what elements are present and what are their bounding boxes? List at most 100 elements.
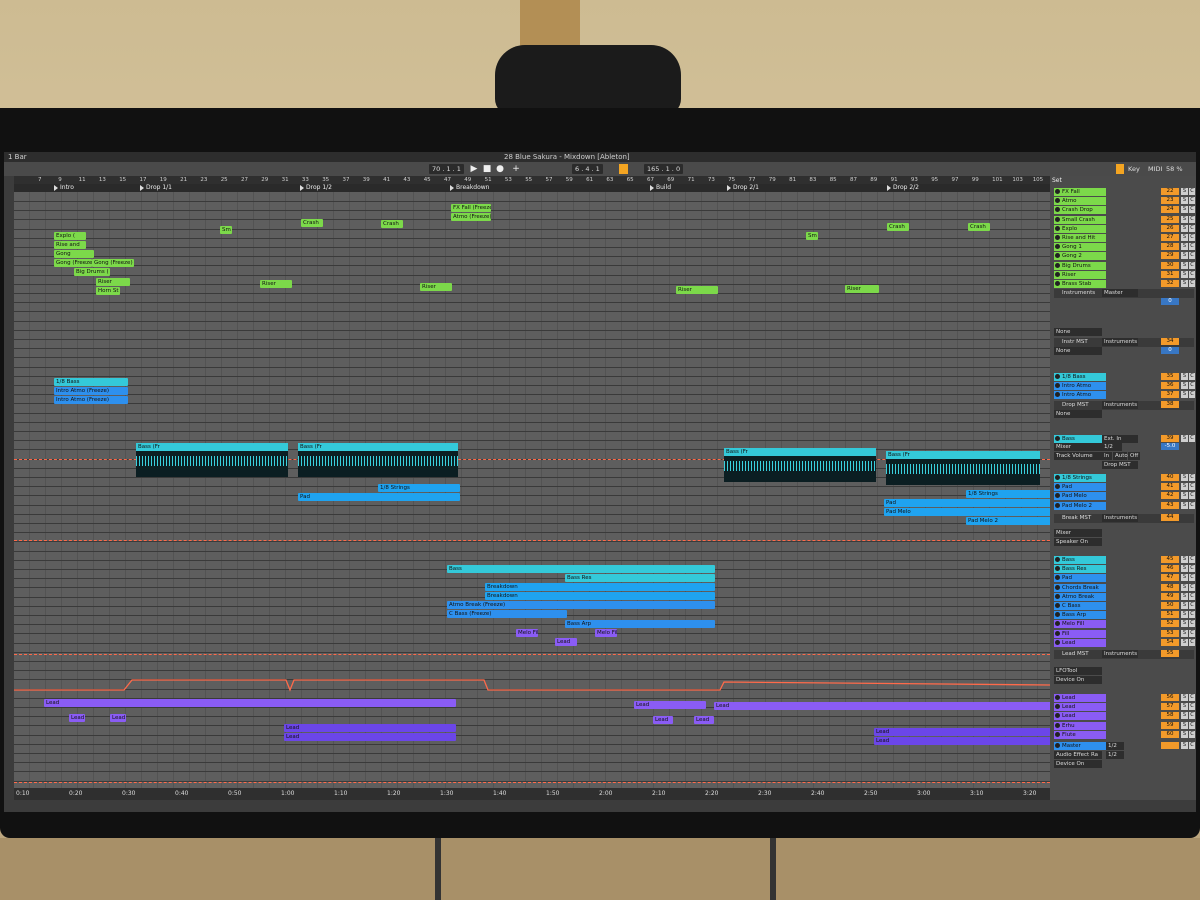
solo-button[interactable]: S [1181, 483, 1188, 491]
track-activator-icon[interactable] [1055, 207, 1060, 213]
track-number[interactable]: 59 [1161, 721, 1179, 729]
clip-intro-atmo[interactable]: Intro Atmo (Freeze) [54, 396, 128, 404]
loop-toggle-icon[interactable] [619, 164, 628, 174]
clip-gong-freeze[interactable]: Gong (Freeze) [92, 259, 134, 267]
locator-drop-1-1[interactable]: Drop 1/1 [140, 184, 172, 192]
track-number[interactable]: 60 [1161, 730, 1179, 738]
track-activator-icon[interactable] [1055, 584, 1060, 590]
clip-riser[interactable]: Riser [420, 283, 452, 291]
mixer-track-fx[interactable]: Rise and Hit [1054, 234, 1106, 242]
track-number[interactable]: 35 [1161, 373, 1179, 380]
mixer-track-break[interactable]: Lead [1054, 638, 1106, 647]
solo-button[interactable]: S [1181, 556, 1188, 563]
mixer-track-drop[interactable]: 1/8 Strings [1054, 474, 1106, 482]
mixer-track-lead[interactable]: Erhu [1054, 721, 1106, 730]
crossfade-button[interactable]: C [1189, 565, 1195, 573]
solo-button[interactable]: S [1181, 373, 1188, 380]
clip-pad-melo-2[interactable]: Pad Melo 2 [966, 517, 1050, 525]
track-number[interactable]: 51 [1161, 611, 1179, 619]
locator-drop-1-2[interactable]: Drop 1/2 [300, 184, 332, 192]
track-activator-icon[interactable] [1055, 198, 1060, 204]
track-number[interactable]: 41 [1161, 483, 1179, 491]
crossfade-button[interactable]: C [1189, 391, 1195, 399]
clip-lead[interactable]: Lead [110, 714, 126, 722]
track-activator-icon[interactable] [1055, 704, 1060, 710]
master-half[interactable]: 1/2 [1106, 751, 1124, 759]
crossfade-button[interactable]: C [1189, 638, 1195, 646]
clip-breakdown[interactable]: Breakdown [485, 583, 715, 591]
track-activator-icon[interactable] [1055, 502, 1060, 508]
mixer-track-fx[interactable]: Small Crash [1054, 215, 1106, 224]
track-number[interactable]: 30 [1161, 261, 1179, 269]
solo-button[interactable]: S [1181, 620, 1188, 628]
track-activator-icon[interactable] [1055, 621, 1060, 627]
crossfade-button[interactable]: C [1189, 435, 1195, 442]
mixer-track-bass[interactable]: Bass [1054, 435, 1106, 443]
mixer-track-lead[interactable]: Lead [1054, 712, 1106, 721]
input-none[interactable]: None [1054, 328, 1102, 336]
clip-lead[interactable]: Lead [653, 716, 673, 724]
device-mixer[interactable]: Mixer [1054, 443, 1102, 451]
mixer-track-fx[interactable]: Brass Stab [1054, 280, 1106, 288]
device-audio-effect-rack[interactable]: Audio Effect Ra [1054, 751, 1102, 759]
solo-button[interactable]: S [1181, 602, 1188, 609]
crossfade-button[interactable]: C [1189, 574, 1195, 582]
clip-lead[interactable]: Lead [634, 701, 706, 709]
crossfade-button[interactable]: C [1189, 501, 1195, 509]
clip-bass-arp[interactable]: Bass Arp [565, 620, 715, 628]
half-select[interactable]: 1/2 [1102, 443, 1122, 451]
clip-lead[interactable]: Lead [284, 733, 456, 741]
volume-box[interactable]: 0 [1161, 298, 1179, 305]
track-activator-icon[interactable] [1055, 713, 1060, 719]
mixer-track-break[interactable]: Fill [1054, 629, 1106, 638]
crossfade-button[interactable]: C [1189, 703, 1195, 711]
solo-button[interactable]: S [1181, 215, 1188, 223]
solo-button[interactable]: S [1181, 638, 1188, 646]
locator-drop-2-2[interactable]: Drop 2/2 [887, 184, 919, 192]
crossfade-button[interactable]: C [1189, 234, 1195, 241]
track-number[interactable]: 37 [1161, 391, 1179, 399]
record-icon[interactable]: ● [495, 164, 505, 174]
track-activator-icon[interactable] [1055, 484, 1060, 490]
clip-riser[interactable]: Riser [96, 278, 130, 286]
clip-fx-fall[interactable]: FX Fall (Freeze) [451, 204, 491, 212]
crossfade-button[interactable]: C [1189, 583, 1195, 591]
clip-big-drums[interactable]: Big Drums ( [74, 268, 110, 276]
clip-lead[interactable]: Lead [714, 702, 1050, 710]
solo-button[interactable]: S [1181, 474, 1188, 481]
crossfade-button[interactable]: C [1189, 611, 1195, 619]
mixer-track-break[interactable]: Melo Fill [1054, 620, 1106, 629]
solo-button[interactable]: S [1181, 197, 1188, 205]
crossfade-button[interactable]: C [1189, 629, 1195, 637]
crossfade-button[interactable]: C [1189, 492, 1195, 500]
crossfade-button[interactable]: C [1189, 382, 1195, 390]
clip-c-bass[interactable]: C Bass (Freeze) [447, 610, 567, 618]
track-number[interactable]: 34 [1161, 338, 1179, 345]
mixer-track-intro[interactable]: Intro Atmo [1054, 391, 1106, 400]
arrangement-view[interactable]: FX Fall (Freeze) Atmo (Freeze) Crash Cra… [14, 192, 1050, 788]
track-number[interactable]: 48 [1161, 583, 1179, 591]
track-number[interactable]: 22 [1161, 188, 1179, 195]
set-label[interactable]: Set [1052, 177, 1062, 184]
tempo-display[interactable]: 70 . 1 . 1 [429, 164, 464, 174]
track-activator-icon[interactable] [1055, 216, 1060, 222]
track-number[interactable]: 26 [1161, 224, 1179, 232]
clip-strings-18[interactable]: 1/8 Strings [966, 490, 1050, 498]
track-number[interactable]: 53 [1161, 629, 1179, 637]
track-activator-icon[interactable] [1055, 493, 1060, 499]
mixer-track-fx[interactable]: Gong 1 [1054, 243, 1106, 252]
track-number[interactable]: 31 [1161, 270, 1179, 278]
crossfade-button[interactable]: C [1189, 252, 1195, 260]
crossfade-button[interactable]: C [1189, 224, 1195, 232]
crossfade-button[interactable]: C [1189, 721, 1195, 729]
crossfade-button[interactable]: C [1189, 474, 1195, 481]
crossfade-button[interactable]: C [1189, 730, 1195, 738]
midi-label[interactable]: MIDI [1148, 162, 1162, 176]
clip-pad[interactable]: Pad [884, 499, 1050, 507]
track-number[interactable]: 23 [1161, 197, 1179, 205]
master-half[interactable]: 1/2 [1106, 742, 1124, 750]
clip-crash[interactable]: Crash [968, 223, 990, 231]
track-number[interactable]: 45 [1161, 556, 1179, 563]
mixer-track-drop[interactable]: Pad Melo 2 [1054, 501, 1106, 510]
clip-riser[interactable]: Riser [260, 280, 292, 288]
